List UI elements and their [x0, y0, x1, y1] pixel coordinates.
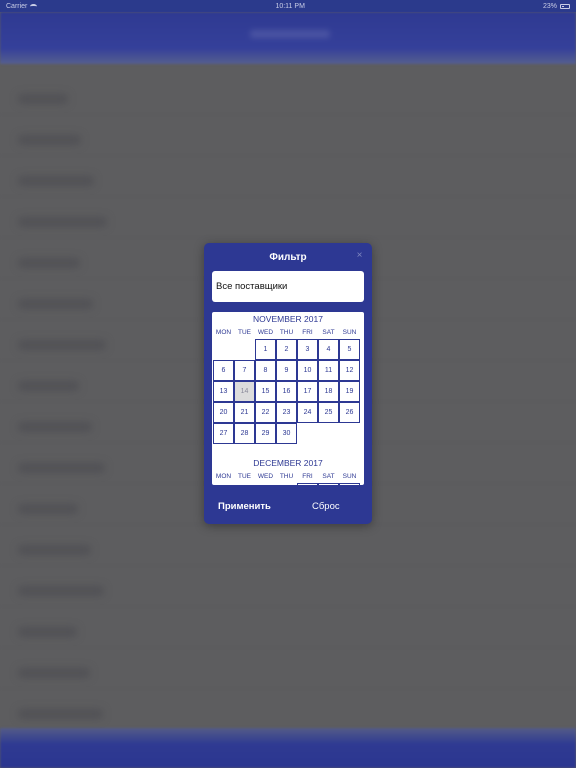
blurred-row [18, 545, 91, 555]
calendar-day[interactable]: 22 [255, 402, 276, 423]
blurred-row-divider [0, 647, 576, 648]
weekday-header: TUE [238, 329, 251, 336]
blurred-row [18, 422, 92, 432]
calendar-day[interactable]: 7 [234, 360, 255, 381]
month-title: DECEMBER 2017 [253, 458, 323, 468]
calendar-day[interactable]: 3 [339, 483, 360, 485]
calendar-day[interactable]: 10 [297, 360, 318, 381]
calendar-day[interactable]: 25 [318, 402, 339, 423]
weekday-header: SAT [322, 329, 335, 336]
dialog-title: Фильтр [269, 252, 307, 263]
calendar-day[interactable]: 23 [276, 402, 297, 423]
calendar-day[interactable]: 28 [234, 423, 255, 444]
blurred-row [18, 176, 94, 186]
calendar-day[interactable]: 12 [339, 360, 360, 381]
blurred-row [18, 627, 77, 637]
blurred-nav-title [250, 30, 330, 38]
status-right: 23% [543, 3, 570, 10]
blurred-row [18, 94, 68, 104]
calendar-day[interactable]: 14 [234, 381, 255, 402]
apply-button[interactable]: Применить [218, 498, 280, 514]
calendar-day[interactable]: 4 [318, 339, 339, 360]
calendar-day[interactable]: 2 [276, 339, 297, 360]
calendar-day[interactable]: 26 [339, 402, 360, 423]
calendar-day[interactable]: 20 [213, 402, 234, 423]
calendar-day[interactable]: 24 [297, 402, 318, 423]
blurred-row [18, 135, 81, 145]
calendar-day[interactable]: 27 [213, 423, 234, 444]
calendar-day[interactable]: 29 [255, 423, 276, 444]
calendar-day[interactable]: 1 [297, 483, 318, 485]
blurred-row-divider [0, 114, 576, 115]
weekday-header: WED [257, 329, 274, 336]
weekday-header: MON [215, 473, 232, 480]
weekday-header: WED [257, 473, 274, 480]
blurred-row [18, 504, 78, 514]
blurred-row [18, 340, 106, 350]
battery-percent: 23% [542, 2, 557, 10]
calendar-day[interactable]: 6 [213, 360, 234, 381]
weekday-header: FRI [302, 473, 313, 480]
blurred-row [18, 381, 79, 391]
blurred-row [18, 299, 93, 309]
battery-icon [559, 3, 570, 9]
month-title: NOVEMBER 2017 [253, 314, 323, 324]
blurred-row [18, 217, 107, 227]
weekday-header: SAT [322, 473, 335, 480]
calendar-day[interactable]: 11 [318, 360, 339, 381]
calendar-day[interactable]: 18 [318, 381, 339, 402]
calendar[interactable]: NOVEMBER 2017 MON TUE WED THU FRI SAT SUN 1 2 3 4 5 6… [212, 312, 364, 485]
nav-header [0, 12, 576, 64]
blurred-row-divider [0, 688, 576, 689]
weekday-header: THU [279, 329, 294, 336]
calendar-day[interactable]: 15 [255, 381, 276, 402]
status-left: Carrier [6, 2, 38, 10]
calendar-day[interactable]: 13 [213, 381, 234, 402]
weekday-header: FRI [302, 329, 313, 336]
calendar-day[interactable]: 19 [339, 381, 360, 402]
calendar-day[interactable]: 30 [276, 423, 297, 444]
blurred-row-divider [0, 565, 576, 566]
blurred-row-divider [0, 524, 576, 525]
weekday-header: SUN [342, 329, 357, 336]
calendar-day[interactable]: 2 [318, 483, 339, 485]
carrier-label: Carrier [6, 2, 28, 10]
blurred-row [18, 463, 105, 473]
calendar-day[interactable]: 9 [276, 360, 297, 381]
reset-button[interactable]: Сброс [312, 498, 346, 514]
calendar-day[interactable]: 3 [297, 339, 318, 360]
status-bar: Carrier 10:11 PM 23% [0, 0, 576, 12]
weekday-header: MON [215, 329, 232, 336]
filter-dialog: Фильтр × Все поставщики NOVEMBER 2017 MON… [204, 243, 372, 524]
calendar-day[interactable]: 17 [297, 381, 318, 402]
blurred-row [18, 586, 104, 596]
calendar-day[interactable]: 5 [339, 339, 360, 360]
calendar-day[interactable]: 16 [276, 381, 297, 402]
blurred-row-divider [0, 606, 576, 607]
wifi-icon [30, 3, 38, 9]
calendar-day[interactable]: 21 [234, 402, 255, 423]
blurred-row [18, 258, 80, 268]
dialog-actions: Применить Сброс [204, 498, 372, 514]
close-icon[interactable]: × [355, 251, 364, 261]
weekday-header: TUE [238, 473, 251, 480]
blurred-row [18, 668, 90, 678]
calendar-day[interactable]: 8 [255, 360, 276, 381]
bottom-bar [0, 728, 576, 768]
weekday-header: SUN [342, 473, 357, 480]
blurred-row-divider [0, 196, 576, 197]
status-time: 10:11 PM [275, 2, 305, 10]
weekday-header: THU [279, 473, 294, 480]
supplier-field[interactable]: Все поставщики [212, 271, 364, 302]
calendar-day[interactable]: 1 [255, 339, 276, 360]
blurred-row [18, 709, 103, 719]
blurred-row-divider [0, 155, 576, 156]
blurred-row-divider [0, 237, 576, 238]
